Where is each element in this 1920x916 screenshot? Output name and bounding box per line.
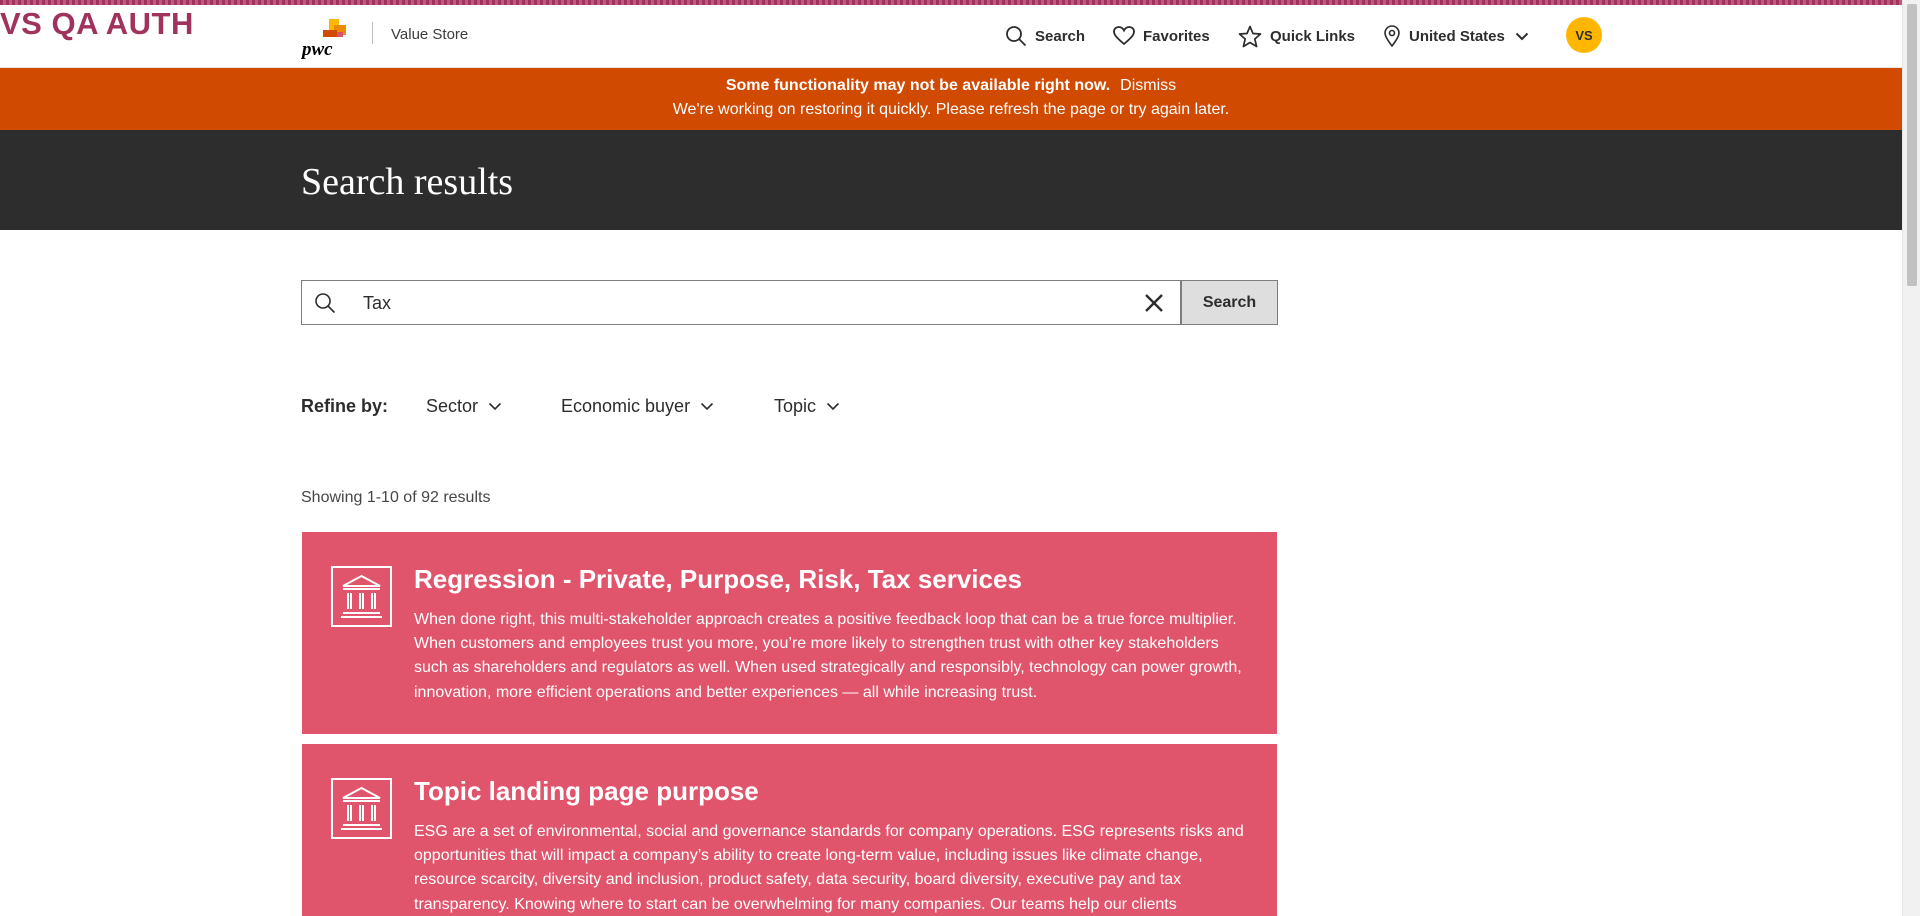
result-description: When done right, this multi-stakeholder …: [414, 611, 1242, 701]
chevron-down-icon: [1515, 32, 1529, 40]
banner-title-row: Some functionality may not be available …: [0, 77, 1902, 95]
nav-search[interactable]: Search: [1005, 22, 1085, 50]
nav-favorites-label: Favorites: [1143, 27, 1210, 45]
dismiss-button[interactable]: Dismiss: [1120, 77, 1176, 94]
site-name[interactable]: Value Store: [391, 26, 468, 43]
star-icon: [1238, 25, 1262, 47]
country-label: United States: [1409, 27, 1505, 45]
results-count: Showing 1-10 of 92 results: [301, 489, 491, 506]
nav-quick-links[interactable]: Quick Links: [1238, 22, 1355, 50]
pwc-logo[interactable]: pwc: [301, 15, 353, 59]
chevron-down-icon: [700, 402, 714, 410]
environment-label: VS QA AUTH: [0, 6, 194, 41]
page-scrollbar[interactable]: [1902, 0, 1920, 916]
close-icon[interactable]: [1144, 293, 1164, 313]
banner-title: Some functionality may not be available …: [725, 77, 1111, 94]
search-icon: [1006, 26, 1027, 47]
result-card[interactable]: Topic landing page purpose ESG are a set…: [302, 744, 1277, 916]
logo-divider: [372, 22, 373, 44]
chevron-down-icon: [488, 402, 502, 410]
filter-economic-buyer-label: Economic buyer: [561, 395, 691, 416]
institution-icon: [331, 778, 392, 839]
alert-banner: Some functionality may not be available …: [0, 68, 1902, 130]
nav-search-label: Search: [1035, 27, 1086, 45]
result-description: ESG are a set of environmental, social a…: [414, 823, 1244, 913]
search-input[interactable]: [363, 290, 1123, 316]
site-header: pwc Value Store Search Favorites Quick L…: [0, 5, 1902, 68]
filter-economic-buyer[interactable]: Economic buyer: [561, 394, 714, 418]
refine-label: Refine by:: [301, 395, 389, 416]
nav-quick-links-label: Quick Links: [1270, 27, 1356, 45]
user-avatar[interactable]: VS: [1566, 17, 1602, 53]
filter-sector-label: Sector: [426, 395, 479, 416]
filter-topic-label: Topic: [774, 395, 817, 416]
banner-message: We're working on restoring it quickly. P…: [672, 101, 1230, 118]
filter-topic[interactable]: Topic: [774, 394, 840, 418]
refine-bar: Refine by:: [301, 394, 388, 418]
institution-icon: [331, 566, 392, 627]
location-pin-icon: [1384, 25, 1400, 47]
result-title[interactable]: Regression - Private, Purpose, Risk, Tax…: [414, 564, 1022, 595]
search-button[interactable]: Search: [1181, 280, 1278, 325]
filter-sector[interactable]: Sector: [426, 394, 502, 418]
pwc-logo-text: pwc: [301, 39, 333, 59]
result-card[interactable]: Regression - Private, Purpose, Risk, Tax…: [302, 532, 1277, 734]
country-selector[interactable]: United States: [1383, 22, 1529, 50]
page-hero: Search results: [0, 130, 1902, 230]
chevron-down-icon: [826, 402, 840, 410]
heart-icon: [1113, 26, 1135, 46]
result-title[interactable]: Topic landing page purpose: [414, 776, 759, 807]
search-box: [301, 280, 1181, 325]
search-icon: [315, 293, 336, 314]
nav-favorites[interactable]: Favorites: [1113, 22, 1210, 50]
page-title: Search results: [301, 161, 514, 203]
scrollbar-thumb[interactable]: [1907, 4, 1917, 286]
